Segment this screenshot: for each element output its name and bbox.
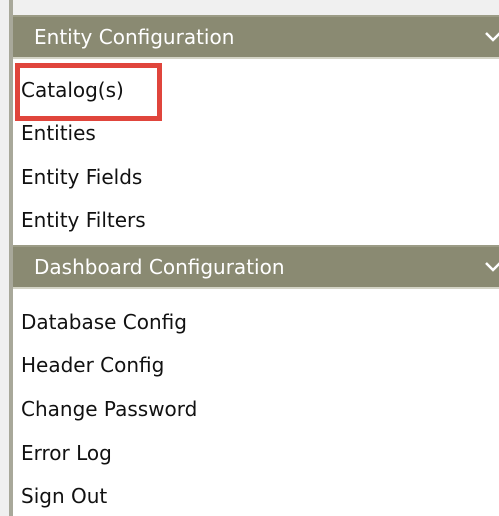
menu-item-entity-filters[interactable]: Entity Filters [21,202,146,238]
chevron-down-icon[interactable] [483,17,499,57]
menu-item-label: Sign Out [21,484,108,508]
menu-item-sign-out[interactable]: Sign Out [21,478,107,514]
menu-item-label: Entity Fields [21,165,143,189]
menu-item-header-config[interactable]: Header Config [21,347,164,383]
menu-item-database-config[interactable]: Database Config [21,304,187,340]
menu-item-entity-fields[interactable]: Entity Fields [21,159,142,195]
menu-item-change-password[interactable]: Change Password [21,391,197,427]
section-title: Entity Configuration [34,25,235,49]
section-title: Dashboard Configuration [34,255,285,279]
highlight-box [15,63,162,121]
section-header-dashboard-configuration[interactable]: Dashboard Configuration [13,245,499,289]
navigation-menu: Entity Configuration Catalog(s) Entities… [0,0,499,516]
menu-item-label: Change Password [21,397,198,421]
section-header-entity-configuration[interactable]: Entity Configuration [13,15,499,59]
menu-item-label: Error Log [21,441,112,465]
menu-item-label: Database Config [21,310,187,334]
menu-item-label: Header Config [21,353,165,377]
chevron-down-icon[interactable] [483,247,499,287]
menu-item-label: Entity Filters [21,208,146,232]
menu-item-error-log[interactable]: Error Log [21,435,112,471]
